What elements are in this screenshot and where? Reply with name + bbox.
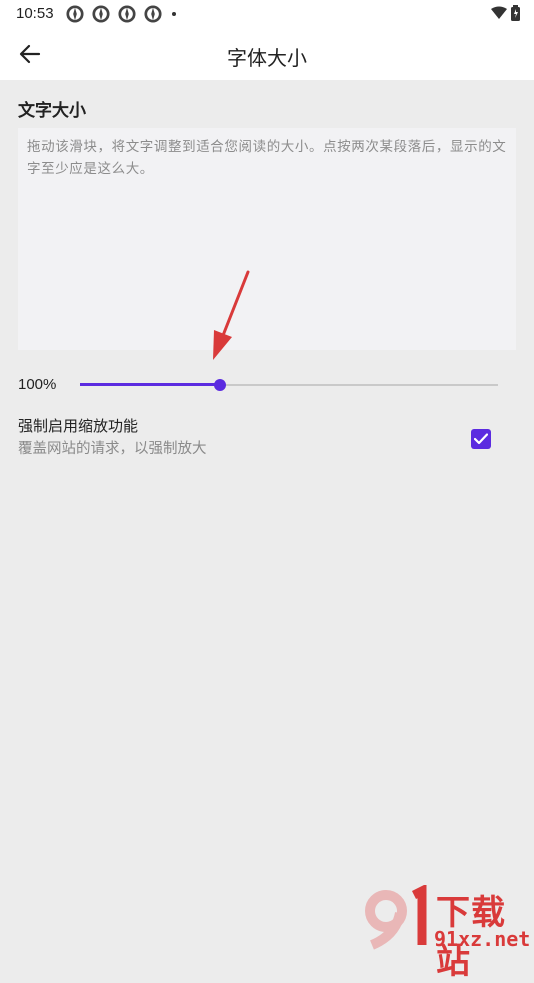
slider-fill [80,383,221,386]
text-size-percent: 100% [18,376,57,393]
watermark-domain: 91xz.net [434,927,531,951]
force-zoom-checkbox[interactable] [471,429,491,449]
force-zoom-subtitle: 覆盖网站的请求，以强制放大 [18,441,207,457]
section-title: 文字大小 [18,101,86,120]
check-icon [474,433,488,445]
status-time: 10:53 [16,5,54,22]
more-notifications-dot [172,12,176,16]
font-preview-text: 拖动该滑块，将文字调整到适合您阅读的大小。点按两次某段落后，显示的文字至少应是这… [18,128,516,350]
watermark-91-icon [365,885,427,950]
annotation-arrow-icon [213,270,250,360]
slider-thumb[interactable] [214,379,227,391]
page-title: 字体大小 [227,48,307,70]
notification-icon [144,5,162,23]
notification-icons [66,5,176,23]
force-zoom-title: 强制启用缩放功能 [18,418,139,435]
status-bar: 10:53 [0,0,534,28]
notification-icon [92,5,110,23]
watermark-logo: 下载站 91xz.net [362,885,534,981]
app-bar: 字体大小 [0,28,534,80]
status-right [487,5,520,21]
text-size-slider[interactable] [80,376,498,394]
battery-icon [511,5,520,21]
notification-icon [118,5,136,23]
notification-icon [66,5,84,23]
wifi-icon [491,6,507,19]
